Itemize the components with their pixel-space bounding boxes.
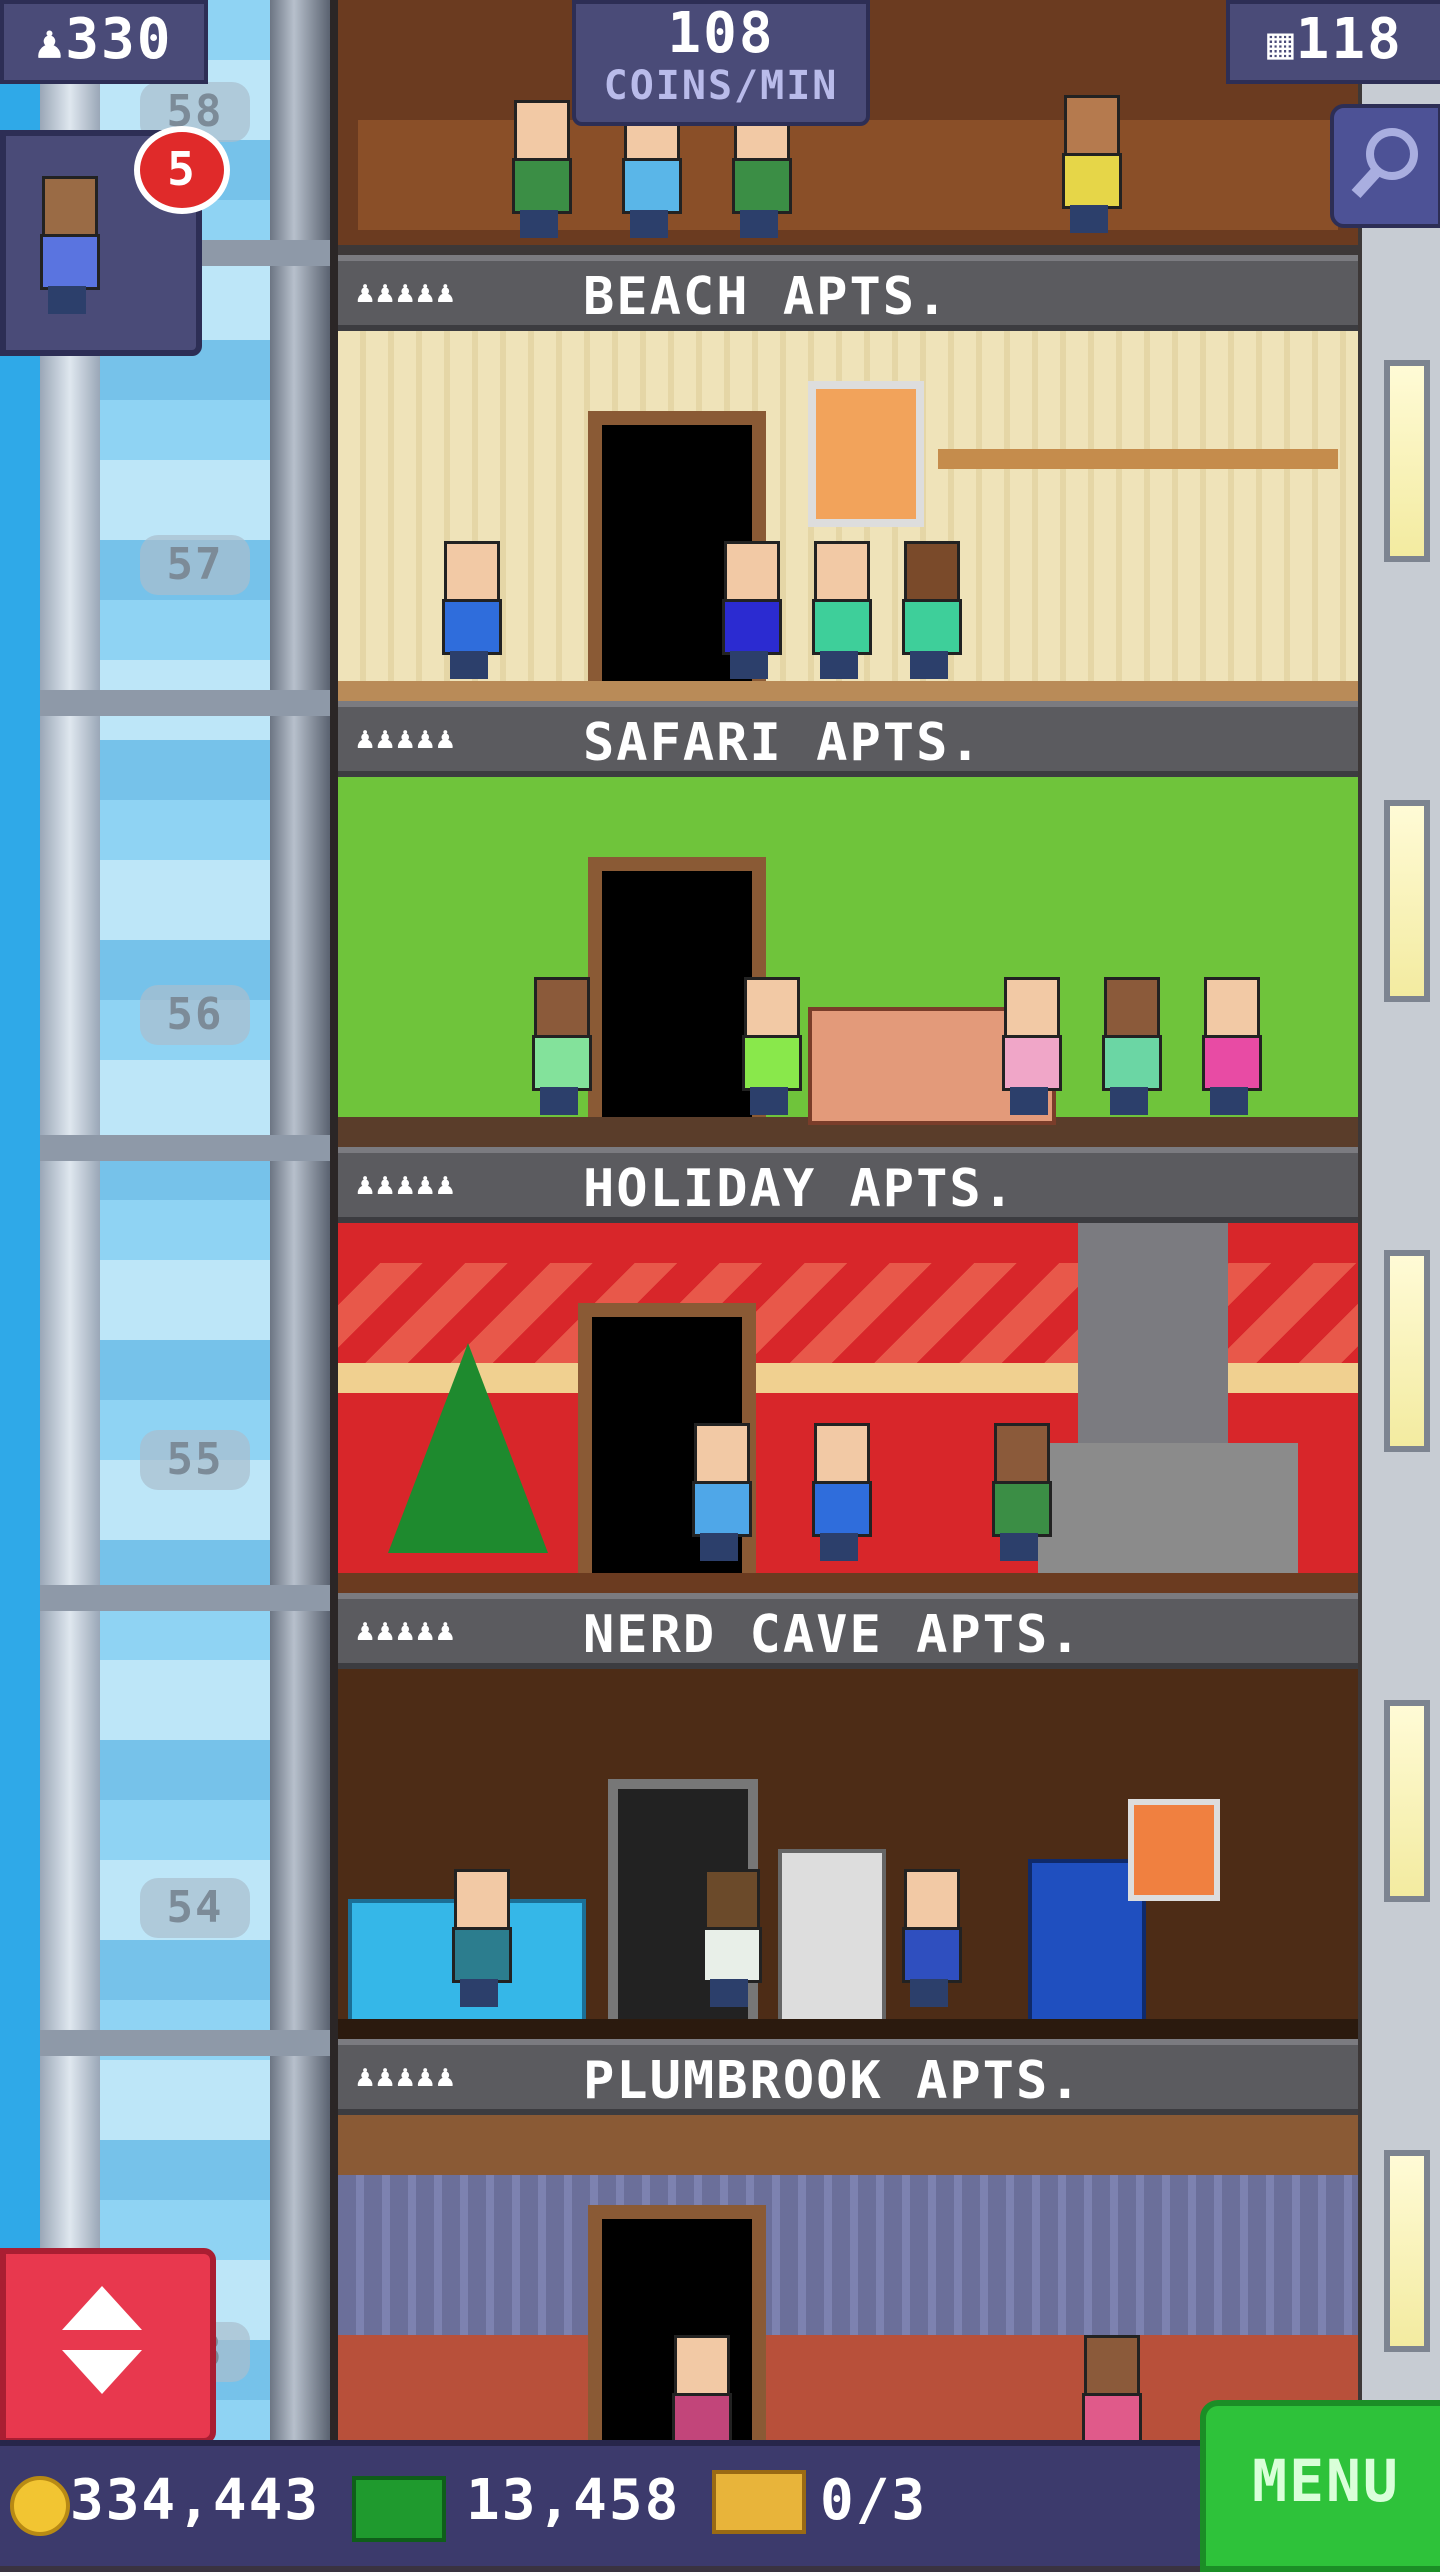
furniture (358, 120, 1338, 230)
population-value: 330 (65, 7, 173, 72)
wall-lamp (1384, 1700, 1430, 1902)
resident[interactable] (808, 541, 872, 681)
notification-badge: 5 (134, 126, 230, 214)
ticket-icon (712, 2470, 806, 2534)
residents-icon: ♟♟♟♟♟ (356, 721, 457, 756)
resident[interactable] (528, 977, 592, 1117)
floor-57-room[interactable] (338, 331, 1358, 701)
arcade-machine (778, 1849, 886, 2027)
resident[interactable] (698, 1869, 762, 2009)
coins-rate-unit: COINS/MIN (603, 63, 839, 109)
residents-icon: ♟♟♟♟♟ (356, 2059, 457, 2094)
christmas-tree (388, 1343, 548, 1553)
floor-number-57: 57 (140, 535, 250, 595)
resident[interactable] (1098, 977, 1162, 1117)
bux-icon (352, 2476, 446, 2542)
wall-lamp (1384, 1250, 1430, 1452)
tower-right-wall (1362, 0, 1440, 2440)
resident[interactable] (448, 1869, 512, 2009)
tower-pillar (330, 0, 338, 2440)
floorboard (338, 681, 1358, 701)
resident[interactable] (438, 541, 502, 681)
tickets-value: 0/3 (820, 2468, 928, 2533)
shaft-divider (40, 2030, 330, 2056)
resident[interactable] (808, 1423, 872, 1563)
shaft-divider (40, 1585, 330, 1611)
floor-53-header: ♟♟♟♟♟ PLUMBROOK APTS. (338, 2039, 1358, 2115)
floorboard (338, 2019, 1358, 2039)
resident[interactable] (738, 977, 802, 1117)
zoom-button[interactable] (1330, 104, 1440, 228)
shaft-rail-left (40, 0, 100, 2440)
wall-lamp (1384, 360, 1430, 562)
wall-lamp (1384, 800, 1430, 1002)
resident[interactable] (988, 1423, 1052, 1563)
sunset-painting (808, 381, 924, 527)
floor-55-header: ♟♟♟♟♟ HOLIDAY APTS. (338, 1147, 1358, 1223)
wall-lamp (1384, 2150, 1430, 2352)
up-down-arrow-icon (62, 2286, 142, 2394)
resident[interactable] (998, 977, 1062, 1117)
floor-name: BEACH APTS. (583, 267, 950, 327)
coin-icon (10, 2476, 70, 2536)
building-icon: ▦ (1267, 18, 1296, 69)
population-counter[interactable]: ♟330 (0, 0, 208, 84)
curtains (338, 2175, 1358, 2335)
resident[interactable] (1058, 95, 1122, 235)
person-icon: ♟ (35, 15, 66, 69)
shaft-divider (40, 690, 330, 716)
shaft-glass (100, 0, 270, 2440)
elevator-shaft[interactable]: 58 57 56 55 54 53 (0, 0, 330, 2440)
residents-icon: ♟♟♟♟♟ (356, 1167, 457, 1202)
coins-rate-panel[interactable]: 108 COINS/MIN (572, 0, 870, 126)
fireplace (1038, 1443, 1298, 1573)
floor-55-room[interactable] (338, 1223, 1358, 1593)
chimney (1078, 1223, 1228, 1443)
resident[interactable] (668, 2335, 732, 2440)
residents-icon: ♟♟♟♟♟ (356, 1613, 457, 1648)
resident[interactable] (898, 541, 962, 681)
shaft-divider (40, 1135, 330, 1161)
ceiling-beam (338, 2115, 1358, 2175)
shaft-rail-right (270, 0, 330, 2440)
floor-56-header: ♟♟♟♟♟ SAFARI APTS. (338, 701, 1358, 777)
floor-name: PLUMBROOK APTS. (583, 2051, 1083, 2111)
floor-name: SAFARI APTS. (583, 713, 983, 773)
resident[interactable] (688, 1423, 752, 1563)
floor-number-55: 55 (140, 1430, 250, 1490)
visitor-button[interactable]: 5 (0, 126, 230, 356)
visitor-avatar (36, 176, 100, 316)
residents-icon: ♟♟♟♟♟ (356, 275, 457, 310)
resident[interactable] (718, 541, 782, 681)
floor-53-room[interactable] (338, 2115, 1358, 2440)
coins-value: 334,443 (70, 2468, 321, 2533)
bux-value: 13,458 (466, 2468, 681, 2533)
floors-counter[interactable]: ▦118 (1226, 0, 1440, 84)
shelf (938, 449, 1338, 469)
floor-name: NERD CAVE APTS. (583, 1605, 1083, 1665)
menu-button[interactable]: MENU (1200, 2400, 1440, 2572)
resident[interactable] (1198, 977, 1262, 1117)
poster (1128, 1799, 1220, 1901)
floorboard (338, 1573, 1358, 1593)
floor-57-header: ♟♟♟♟♟ BEACH APTS. (338, 255, 1358, 331)
resident[interactable] (898, 1869, 962, 2009)
floor-name: HOLIDAY APTS. (583, 1159, 1016, 1219)
floor-54-room[interactable] (338, 1669, 1358, 2039)
floor-number-56: 56 (140, 985, 250, 1045)
floor-number-54: 54 (140, 1878, 250, 1938)
floor-56-room[interactable] (338, 777, 1358, 1147)
floor-54-header: ♟♟♟♟♟ NERD CAVE APTS. (338, 1593, 1358, 1669)
resident[interactable] (508, 100, 572, 240)
resident[interactable] (1078, 2335, 1142, 2440)
magnifier-icon (1351, 128, 1418, 199)
coins-rate-value: 108 (667, 1, 775, 66)
elevator-up-down-button[interactable] (0, 2248, 216, 2444)
floors-value: 118 (1295, 7, 1403, 72)
